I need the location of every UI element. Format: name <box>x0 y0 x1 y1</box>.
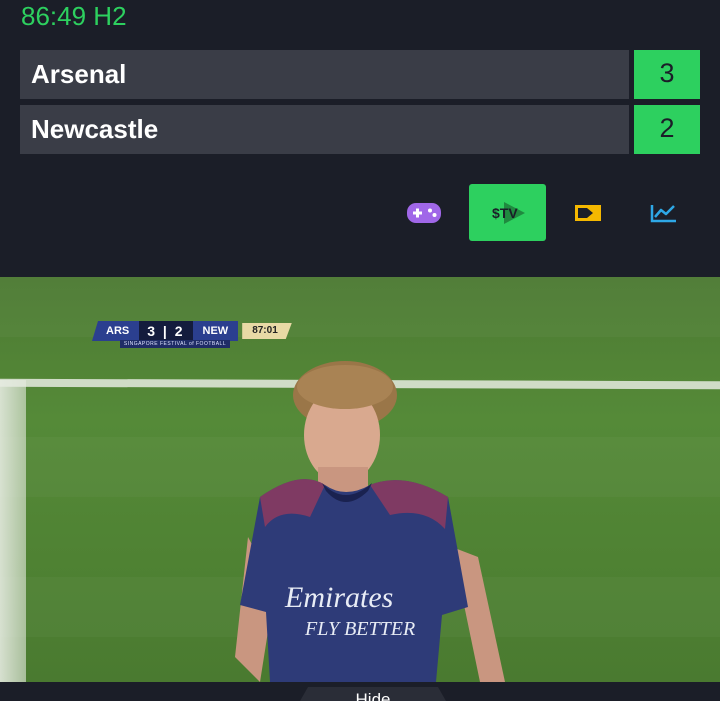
team-row-home: Arsenal 3 <box>20 50 700 99</box>
team-score-away: 2 <box>634 105 700 154</box>
live-video-stream[interactable]: ARS 3 | 2 NEW 87:01 SINGAPORE FESTIVAL o… <box>0 277 720 682</box>
hide-video-tab[interactable]: Hide <box>300 687 446 701</box>
hide-label: Hide <box>355 690 391 701</box>
team-name-away: Newcastle <box>20 105 629 154</box>
shirt-sponsor: Emirates <box>284 581 393 614</box>
stv-icon: $TV <box>492 201 525 224</box>
pitch-line <box>0 380 26 682</box>
gamepad-icon <box>407 202 441 223</box>
team-row-away: Newcastle 2 <box>20 105 700 154</box>
scorebug-away: NEW <box>192 321 239 341</box>
scorebug-subtitle: SINGAPORE FESTIVAL of FOOTBALL <box>120 340 230 348</box>
scorebug-home: ARS <box>92 321 140 341</box>
stv-label: $TV <box>492 205 518 221</box>
gamepad-button[interactable] <box>396 184 452 241</box>
team-name-home: Arsenal <box>20 50 629 99</box>
scorebug: ARS 3 | 2 NEW 87:01 <box>92 321 292 341</box>
stv-button[interactable]: $TV <box>469 184 546 241</box>
scorebug-score: 3 | 2 <box>139 321 193 341</box>
tv-button[interactable] <box>560 184 616 241</box>
scorebug-time: 87:01 <box>242 323 292 339</box>
match-clock: 86:49 H2 <box>21 1 127 31</box>
stats-chart-icon <box>650 204 676 222</box>
shirt-tagline: FLY BETTER <box>304 618 415 640</box>
stats-button[interactable] <box>636 184 692 241</box>
team-score-home: 3 <box>634 50 700 99</box>
player-figure: Emirates FLY BETTER <box>235 361 505 682</box>
tv-icon <box>575 204 601 221</box>
